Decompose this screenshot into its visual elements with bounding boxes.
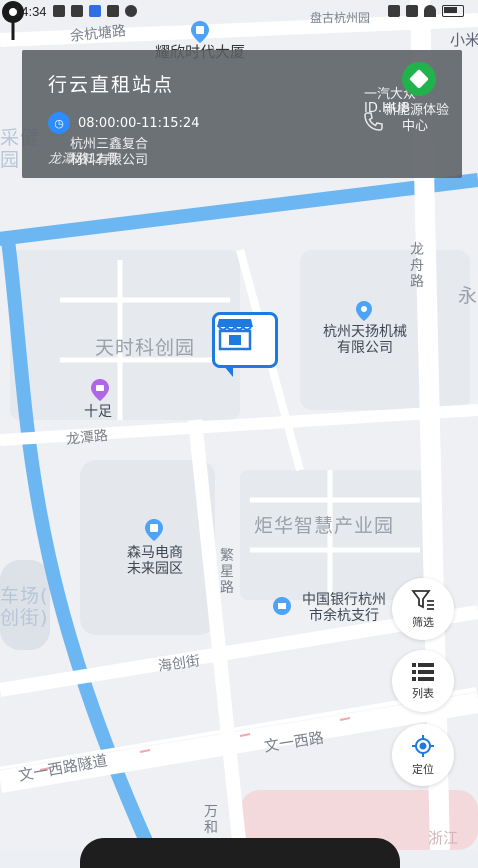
nfc-icon xyxy=(388,5,400,17)
status-time: 14:34 xyxy=(14,3,47,19)
poi-label: 中国银行杭州市余杭支行 xyxy=(302,592,386,625)
usb-icon xyxy=(52,5,65,17)
phone-icon[interactable] xyxy=(362,110,384,132)
bottom-sheet-handle[interactable] xyxy=(80,838,400,868)
area-label: 浙江 xyxy=(428,829,459,847)
office-icon xyxy=(191,21,209,43)
area-label: 炬华智慧产业园 xyxy=(254,515,395,537)
wifi-icon xyxy=(424,5,436,17)
overlay-poi-label: 材料有限公司 xyxy=(70,153,149,168)
area-label: 天时科创园 xyxy=(95,337,196,359)
status-bar: 14:34 xyxy=(0,0,478,22)
area-label: 创街) xyxy=(0,607,49,629)
list-button[interactable]: 列表 xyxy=(392,650,454,712)
app-icon xyxy=(88,5,101,17)
sim-icon xyxy=(406,5,418,17)
filter-button[interactable]: 筛选 xyxy=(392,578,454,640)
image-icon xyxy=(106,5,119,17)
overlay-poi-label: 杭州三鑫复合 xyxy=(70,137,149,152)
clock-icon: ◷ xyxy=(48,112,70,134)
locate-label: 定位 xyxy=(412,762,434,776)
locate-button[interactable]: 定位 xyxy=(392,724,454,786)
road-label: 繁星路 xyxy=(220,548,234,597)
mail-icon xyxy=(70,5,83,17)
bank-icon xyxy=(273,597,291,615)
store-icon xyxy=(217,319,253,351)
list-icon xyxy=(412,662,434,681)
location-pin-icon xyxy=(356,301,372,321)
list-label: 列表 xyxy=(412,686,434,700)
navigate-button[interactable] xyxy=(402,62,436,96)
area-label: 车场( xyxy=(0,585,49,607)
area-label: 永 xyxy=(458,285,478,307)
station-title: 行云直租站点 xyxy=(48,74,175,96)
area-label: 园 xyxy=(0,149,21,171)
building-icon xyxy=(145,519,163,541)
overlay-poi-label: 中心 xyxy=(402,119,429,134)
filter-label: 筛选 xyxy=(412,615,434,629)
poi-label: 小米 xyxy=(450,31,478,49)
poi-label: 十足 xyxy=(84,404,112,420)
road-label: 万和 xyxy=(204,804,218,837)
opening-hours: ◷ 08:00:00-11:15:24 xyxy=(48,112,199,134)
battery-icon xyxy=(442,5,464,17)
shopping-bag-icon xyxy=(91,379,109,401)
locate-icon xyxy=(412,734,434,757)
overlay-poi-label: 新能源体验 xyxy=(384,103,450,118)
compass-icon xyxy=(124,5,137,17)
filter-icon xyxy=(411,589,434,610)
station-info-card[interactable]: 行云直租站点 ◷ 08:00:00-11:15:24 龙潭路12号 杭州三鑫复合… xyxy=(22,50,462,178)
navigate-icon xyxy=(409,69,429,89)
road-label: 龙舟路 xyxy=(410,242,424,291)
poi-label: 杭州天扬机械有限公司 xyxy=(323,324,407,357)
station-marker[interactable] xyxy=(212,312,278,377)
poi-label: 森马电商未来园区 xyxy=(127,545,183,578)
time-range: 08:00:00-11:15:24 xyxy=(78,115,200,131)
